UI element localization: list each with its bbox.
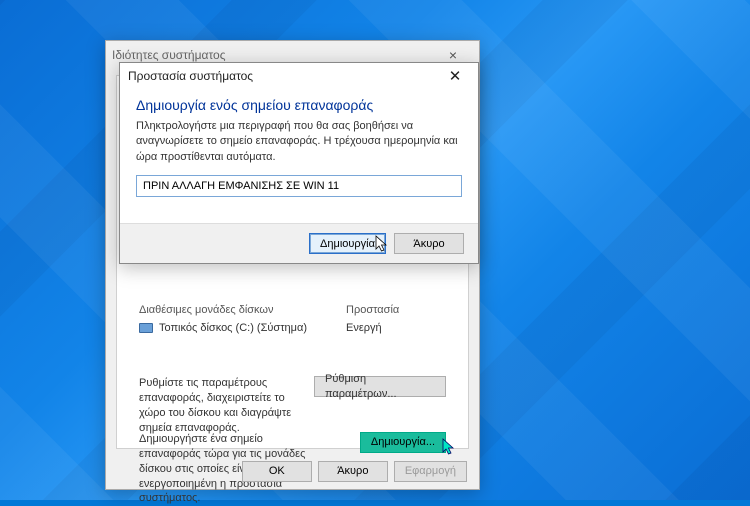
col-protection: Προστασία (346, 304, 446, 316)
dialog-title: Προστασία συστήματος (128, 69, 440, 83)
configure-text: Ρυθμίστε τις παραμέτρους επαναφοράς, δια… (139, 376, 306, 435)
input-value: ΠΡΙΝ ΑΛΛΑΓΗ ΕΜΦΑΝΙΣΗΣ ΣΕ WIN 11 (143, 180, 339, 192)
configure-row: Ρυθμίστε τις παραμέτρους επαναφοράς, δια… (139, 376, 446, 435)
drive-status: Ενεργή (346, 322, 446, 334)
create-restore-point-dialog: Προστασία συστήματος ✕ Δημιουργία ενός σ… (119, 62, 479, 264)
drive-name: Τοπικός δίσκος (C:) (Σύστημα) (159, 322, 307, 334)
cancel-button[interactable]: Άκυρο (318, 461, 388, 482)
dialog-create-button[interactable]: Δημιουργία (309, 233, 386, 254)
drives-header: Διαθέσιμες μονάδες δίσκων Προστασία (139, 304, 446, 316)
restore-point-name-input[interactable]: ΠΡΙΝ ΑΛΛΑΓΗ ΕΜΦΑΝΙΣΗΣ ΣΕ WIN 11 (136, 175, 462, 197)
configure-button[interactable]: Ρύθμιση παραμέτρων... (314, 376, 446, 397)
dialog-description: Πληκτρολογήστε μια περιγραφή που θα σας … (120, 119, 478, 175)
close-icon[interactable]: ✕ (440, 67, 470, 85)
apply-button: Εφαρμογή (394, 461, 467, 482)
dialog-cancel-button[interactable]: Άκυρο (394, 233, 464, 254)
close-icon[interactable]: × (433, 47, 473, 63)
col-available: Διαθέσιμες μονάδες δίσκων (139, 304, 346, 316)
dialog-footer: Δημιουργία Άκυρο (120, 223, 478, 263)
create-restore-point-button[interactable]: Δημιουργία... (360, 432, 446, 453)
window-title: Ιδιότητες συστήματος (112, 48, 433, 62)
properties-footer: OK Άκυρο Εφαρμογή (106, 453, 479, 489)
dialog-titlebar: Προστασία συστήματος ✕ (120, 63, 478, 89)
dialog-heading: Δημιουργία ενός σημείου επαναφοράς (120, 89, 478, 119)
drive-icon (139, 323, 153, 333)
ok-button[interactable]: OK (242, 461, 312, 482)
drive-row[interactable]: Τοπικός δίσκος (C:) (Σύστημα) Ενεργή (139, 322, 446, 334)
